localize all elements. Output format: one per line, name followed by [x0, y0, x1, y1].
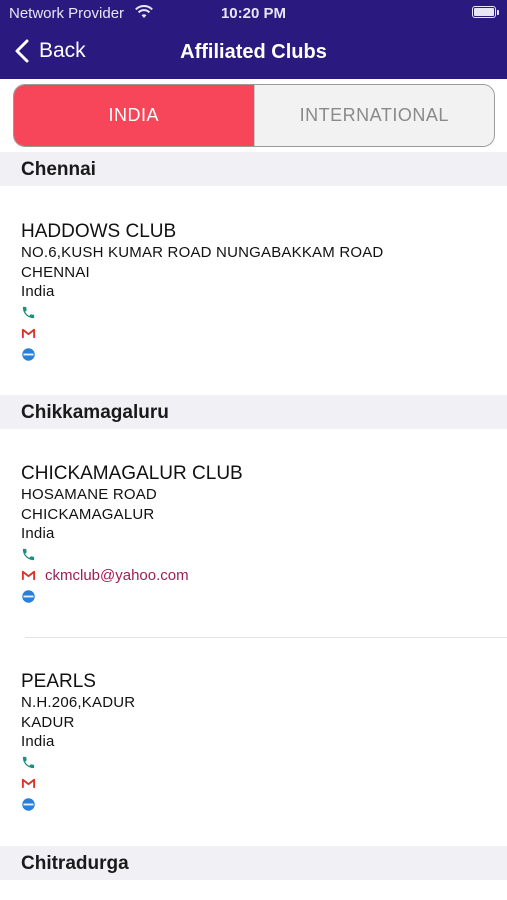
page-title: Affiliated Clubs — [180, 41, 327, 63]
club-address-line1: HOSAMANE ROAD — [21, 486, 157, 503]
club-country: India — [21, 283, 55, 300]
club-item[interactable]: HADDOWS CLUB NO.6,KUSH KUMAR ROAD NUNGAB… — [21, 221, 491, 365]
tab-india[interactable]: INDIA — [14, 85, 254, 146]
section-title: Chennai — [21, 159, 96, 180]
club-country: India — [21, 733, 55, 750]
phone-row[interactable] — [21, 752, 491, 773]
web-icon — [22, 347, 35, 361]
section-header-chikkamagaluru: Chikkamagaluru — [0, 395, 507, 429]
web-icon — [22, 589, 35, 603]
club-item[interactable]: PEARLS N.H.206,KADUR KADUR India — [21, 671, 491, 815]
phone-icon — [22, 548, 35, 560]
website-row[interactable] — [21, 794, 491, 815]
status-bar: Network Provider 10:20 PM — [0, 0, 507, 28]
club-address-line2: KADUR — [21, 713, 75, 731]
region-segmented-control: INDIA INTERNATIONAL — [13, 84, 495, 147]
navigation-bar: Network Provider 10:20 PM Back Affiliate… — [0, 0, 507, 79]
club-country: India — [21, 525, 55, 542]
status-time: 10:20 PM — [220, 5, 287, 22]
email-row[interactable] — [21, 323, 491, 344]
phone-icon — [22, 756, 35, 768]
gmail-icon — [21, 778, 36, 788]
web-icon — [22, 797, 35, 811]
gmail-icon — [21, 570, 36, 580]
website-row[interactable] — [21, 344, 491, 365]
club-item[interactable]: CHICKAMAGALUR CLUB HOSAMANE ROAD CHICKAM… — [21, 463, 491, 607]
phone-row[interactable] — [21, 544, 491, 565]
club-name: CHICKAMAGALUR CLUB — [21, 463, 243, 484]
section-title: Chitradurga — [21, 853, 129, 874]
club-name: HADDOWS CLUB — [21, 221, 177, 242]
club-name: PEARLS — [21, 671, 96, 692]
section-header-chitradurga: Chitradurga — [0, 846, 507, 880]
club-address-line1: N.H.206,KADUR — [21, 694, 136, 711]
email-row[interactable] — [21, 773, 491, 794]
section-header-chennai: Chennai — [0, 152, 507, 186]
row-divider — [25, 637, 507, 638]
club-address-line1: NO.6,KUSH KUMAR ROAD NUNGABAKKAM ROAD — [21, 244, 384, 261]
tab-international[interactable]: INTERNATIONAL — [253, 85, 494, 146]
gmail-icon — [21, 328, 36, 338]
email-row[interactable]: ckmclub@yahoo.com — [21, 565, 491, 586]
phone-row[interactable] — [21, 302, 491, 323]
club-address-line2: CHENNAI — [21, 263, 90, 281]
club-address-line2: CHICKAMAGALUR — [21, 505, 155, 523]
section-title: Chikkamagaluru — [21, 402, 169, 423]
phone-icon — [22, 306, 35, 318]
club-email[interactable]: ckmclub@yahoo.com — [45, 567, 189, 584]
battery-icon — [472, 6, 499, 18]
website-row[interactable] — [21, 586, 491, 607]
